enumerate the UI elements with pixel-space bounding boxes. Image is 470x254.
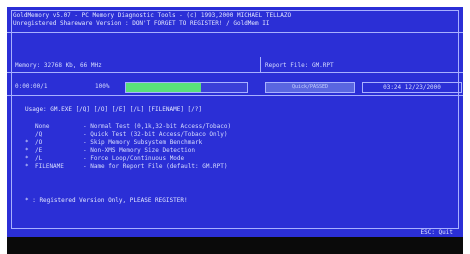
- registration-note: * : Registered Version Only, PLEASE REGI…: [25, 197, 188, 204]
- option-row: None - Normal Test (0,1k,32-bit Access/To…: [25, 123, 231, 131]
- usage-line: Usage: GM.EXE [/Q] [/O] [/E] [/L] [FILEN…: [25, 106, 203, 113]
- progress-percent: 100%: [95, 83, 110, 90]
- option-mark: *: [25, 163, 29, 170]
- option-switch: None: [35, 123, 50, 130]
- option-row: * /O - Skip Memory Subsystem Benchmark: [25, 139, 202, 147]
- memory-info: Memory: 32768 Kb, 66 MHz: [15, 62, 102, 69]
- program-title: GoldMemory v5.07 - PC Memory Diagnostic …: [13, 12, 292, 19]
- option-description: - Normal Test (0,1k,32-bit Access/Tobaco…: [83, 123, 232, 130]
- date-time: 03:24 12/23/2000: [362, 82, 462, 93]
- option-mark: *: [25, 147, 29, 154]
- option-description: - Force Loop/Continuous Mode: [83, 155, 185, 162]
- quit-hint[interactable]: ESC: Quit: [420, 229, 453, 237]
- separator-info: [7, 72, 463, 73]
- option-switch: FILENAME: [35, 163, 64, 170]
- option-row: * FILENAME - Name for Report File (default…: [25, 163, 228, 171]
- option-description: - Name for Report File (default: GM.RPT): [83, 163, 228, 170]
- address-readout: 0:00:00/1: [15, 83, 48, 90]
- separator-status: [7, 95, 463, 96]
- option-row: * /L - Force Loop/Continuous Mode: [25, 155, 184, 163]
- bottom-border: [7, 237, 463, 254]
- report-file-info: Report File: GM.RPT: [265, 62, 334, 69]
- option-description: - Skip Memory Subsystem Benchmark: [83, 139, 203, 146]
- option-switch: /L: [35, 155, 43, 162]
- test-status: Quick/PASSED: [265, 82, 355, 93]
- option-description: - Non-XMS Memory Size Detection: [83, 147, 195, 154]
- option-switch: /Q: [35, 131, 43, 138]
- option-row: /Q - Quick Test (32-bit Access/Tobaco Onl…: [25, 131, 228, 139]
- screenshot-frame: GoldMemory v5.07 - PC Memory Diagnostic …: [0, 0, 470, 254]
- option-description: - Quick Test (32-bit Access/Tobaco Only): [83, 131, 228, 138]
- option-switch: /O: [35, 139, 43, 146]
- test-progress-bar: [125, 82, 248, 93]
- shareware-notice: Unregistered Shareware Version : DON'T F…: [13, 20, 270, 27]
- info-divider: [260, 57, 261, 73]
- option-mark: *: [25, 139, 29, 146]
- status-bar: ESC: Quit: [7, 229, 463, 237]
- option-mark: *: [25, 155, 29, 162]
- separator-top: [7, 32, 463, 33]
- test-progress-fill: [126, 83, 202, 92]
- dos-window: GoldMemory v5.07 - PC Memory Diagnostic …: [7, 7, 463, 237]
- option-switch: /E: [35, 147, 43, 154]
- option-row: * /E - Non-XMS Memory Size Detection: [25, 147, 195, 155]
